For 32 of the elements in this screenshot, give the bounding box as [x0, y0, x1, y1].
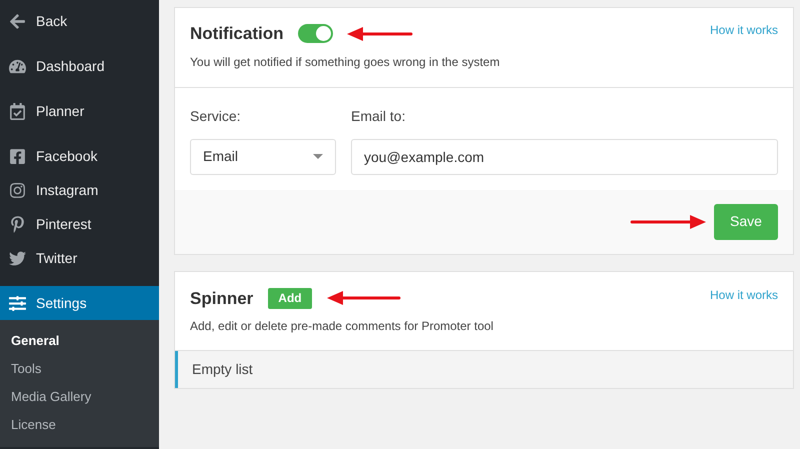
sidebar-item[interactable]: Dashboard [0, 49, 159, 83]
caret-icon [313, 154, 323, 159]
toggle-switch[interactable] [298, 24, 332, 44]
field-label: Service: [190, 106, 242, 126]
submenu-item[interactable]: License [0, 411, 159, 439]
pinterest-icon [8, 216, 26, 232]
submenu-item[interactable]: Media Gallery [0, 383, 159, 411]
sidebar-item[interactable]: Back [0, 4, 159, 38]
back-arrow-icon [8, 12, 26, 30]
card-title: Notification [190, 23, 284, 45]
email-field[interactable]: you@example.com [351, 138, 778, 174]
instagram-icon [8, 182, 26, 198]
submenu-item[interactable]: Tools [0, 355, 159, 383]
sidebar-item[interactable]: Settings [0, 286, 159, 320]
sidebar-item[interactable]: Instagram [0, 173, 159, 207]
sidebar-item[interactable]: Twitter [0, 241, 159, 275]
annotation-arrow [346, 26, 412, 41]
description: You will get notified if something goes wrong in the system [190, 54, 500, 70]
twitter-icon [8, 250, 26, 266]
sliders-icon [8, 294, 26, 312]
gauge-icon [8, 58, 26, 74]
card-title: Spinner [190, 288, 254, 310]
facebook-icon [8, 148, 26, 164]
sidebar-item[interactable]: Pinterest [0, 207, 159, 241]
sidebar-item[interactable]: Planner [0, 94, 159, 128]
calendar-icon [8, 102, 26, 120]
sidebar-item[interactable]: Facebook [0, 139, 159, 173]
submenu-item[interactable]: General [0, 327, 159, 355]
description: Add, edit or delete pre-made comments for Promoter tool [190, 318, 494, 335]
service-dropdown[interactable]: Email [190, 138, 336, 174]
empty-list-row: Empty list [175, 351, 793, 388]
field-label: Email to: [351, 106, 406, 126]
